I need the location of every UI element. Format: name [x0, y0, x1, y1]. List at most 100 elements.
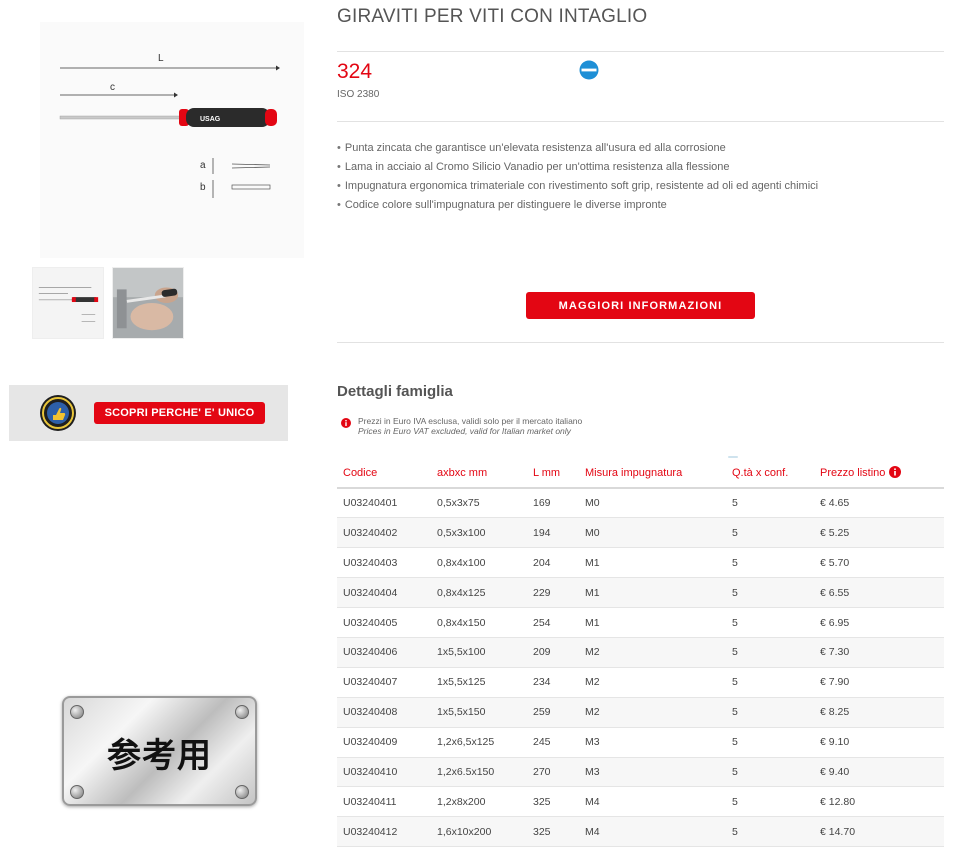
header-qty[interactable]: Q.tà x conf.: [726, 450, 814, 489]
cell-qty: 5: [726, 786, 814, 818]
quality-seal-icon: [40, 395, 76, 431]
cell-grip: M3: [579, 757, 726, 788]
plate-bolt: [235, 785, 249, 799]
table-row[interactable]: U03240409 1,2x6,5x125 245 M3 5 € 9.10: [337, 727, 944, 758]
table-row[interactable]: U03240407 1x5,5x125 234 M2 5 € 7.90: [337, 667, 944, 698]
table-row[interactable]: U03240410 1,2x6.5x150 270 M3 5 € 9.40: [337, 757, 944, 788]
cell-code: U03240404: [337, 577, 431, 609]
family-details-title: Dettagli famiglia: [337, 383, 453, 400]
cell-code: U03240409: [337, 727, 431, 758]
reference-watermark: 参考用: [62, 696, 257, 806]
cell-qty: 5: [726, 816, 814, 848]
thumbnail-drawing-image: [38, 287, 99, 322]
watermark-text: 参考用: [107, 736, 212, 776]
table-row[interactable]: U03240408 1x5,5x150 259 M2 5 € 8.25: [337, 697, 944, 728]
plate-bolt: [70, 785, 84, 799]
cell-code: U03240408: [337, 697, 431, 728]
cell-length: 209: [527, 637, 579, 668]
cell-price: € 7.30: [814, 637, 944, 668]
cell-code: U03240410: [337, 757, 431, 788]
table-row[interactable]: U03240406 1x5,5x100 209 M2 5 € 7.30: [337, 637, 944, 668]
cell-size: 0,8x4x150: [431, 607, 527, 638]
cell-length: 325: [527, 816, 579, 848]
cell-price: € 8.25: [814, 697, 944, 728]
cell-grip: M2: [579, 637, 726, 668]
cell-size: 1,6x10x200: [431, 816, 527, 848]
more-info-button[interactable]: MAGGIORI INFORMAZIONI: [526, 292, 755, 319]
cell-length: 325: [527, 786, 579, 818]
plate-bolt: [235, 705, 249, 719]
table-row[interactable]: U03240401 0,5x3x75 169 M0 5 € 4.65: [337, 488, 944, 519]
family-table: Codice axbxc mm L mm Misura impugnatura …: [337, 450, 944, 848]
cell-qty: 5: [726, 547, 814, 579]
cell-size: 1x5,5x125: [431, 667, 527, 698]
cell-code: U03240402: [337, 517, 431, 549]
cell-length: 234: [527, 667, 579, 698]
cell-length: 254: [527, 607, 579, 638]
discover-why-unique-button[interactable]: SCOPRI PERCHE' E' UNICO: [94, 402, 265, 424]
divider: [337, 51, 944, 52]
cell-code: U03240407: [337, 667, 431, 698]
dimension-label-b: b: [200, 182, 206, 193]
info-icon: [341, 418, 351, 428]
cell-qty: 5: [726, 757, 814, 788]
header-grip[interactable]: Misura impugnatura: [579, 450, 726, 489]
cell-size: 1,2x8x200: [431, 786, 527, 818]
table-row[interactable]: U03240405 0,8x4x150 254 M1 5 € 6.95: [337, 607, 944, 638]
product-main-image[interactable]: L c USAG a b: [40, 22, 304, 258]
table-row[interactable]: U03240411 1,2x8x200 325 M4 5 € 12.80: [337, 786, 944, 818]
header-length[interactable]: L mm: [527, 450, 579, 489]
cell-grip: M2: [579, 697, 726, 728]
handle-brand-label: USAG: [200, 116, 221, 123]
price-note-english: Prices in Euro VAT excluded, valid for I…: [358, 426, 571, 436]
thumbnail-photo[interactable]: [112, 267, 184, 339]
slot-tip-icon: [579, 60, 599, 80]
cell-length: 270: [527, 757, 579, 788]
feature-item: Impugnatura ergonomica trimateriale con …: [337, 177, 818, 196]
cell-code: U03240401: [337, 488, 431, 519]
header-code[interactable]: Codice: [337, 450, 431, 489]
info-icon[interactable]: [889, 466, 902, 478]
cell-size: 0,8x4x100: [431, 547, 527, 579]
cell-price: € 12.80: [814, 786, 944, 818]
product-standard: ISO 2380: [337, 89, 380, 100]
promo-banner: SCOPRI PERCHE' E' UNICO: [9, 385, 288, 441]
cell-length: 204: [527, 547, 579, 579]
cell-qty: 5: [726, 727, 814, 758]
cell-length: 229: [527, 577, 579, 609]
cell-grip: M0: [579, 517, 726, 549]
feature-item: Lama in acciaio al Cromo Silicio Vanadio…: [337, 158, 818, 177]
table-row[interactable]: U03240402 0,5x3x100 194 M0 5 € 5.25: [337, 517, 944, 549]
cell-price: € 5.25: [814, 517, 944, 549]
table-row[interactable]: U03240412 1,6x10x200 325 M4 5 € 14.70: [337, 816, 944, 848]
dimension-label-c: c: [110, 82, 115, 93]
header-price[interactable]: Prezzo listino: [814, 450, 944, 489]
thumbnail-drawing[interactable]: [32, 267, 104, 339]
cell-grip: M3: [579, 727, 726, 758]
cell-qty: 5: [726, 607, 814, 638]
cell-size: 1x5,5x150: [431, 697, 527, 728]
cell-grip: M1: [579, 547, 726, 579]
table-row[interactable]: U03240404 0,8x4x125 229 M1 5 € 6.55: [337, 577, 944, 609]
dimension-label-a: a: [200, 160, 206, 171]
table-header-row: Codice axbxc mm L mm Misura impugnatura …: [337, 450, 944, 489]
feature-list: Punta zincata che garantisce un'elevata …: [337, 139, 818, 215]
cell-qty: 5: [726, 577, 814, 609]
cell-length: 259: [527, 697, 579, 728]
cell-price: € 6.55: [814, 577, 944, 609]
cell-qty: 5: [726, 637, 814, 668]
cell-size: 0,8x4x125: [431, 577, 527, 609]
cell-grip: M4: [579, 816, 726, 848]
cell-qty: 5: [726, 517, 814, 549]
price-note: Prezzi in Euro IVA esclusa, validi solo …: [341, 416, 582, 436]
dimension-label-l: L: [158, 53, 164, 64]
header-size[interactable]: axbxc mm: [431, 450, 527, 489]
cell-grip: M0: [579, 488, 726, 519]
cell-price: € 5.70: [814, 547, 944, 579]
cell-price: € 7.90: [814, 667, 944, 698]
table-row[interactable]: U03240403 0,8x4x100 204 M1 5 € 5.70: [337, 547, 944, 579]
cell-grip: M4: [579, 786, 726, 818]
product-code: 324: [337, 60, 373, 83]
cell-code: U03240406: [337, 637, 431, 668]
cell-code: U03240405: [337, 607, 431, 638]
